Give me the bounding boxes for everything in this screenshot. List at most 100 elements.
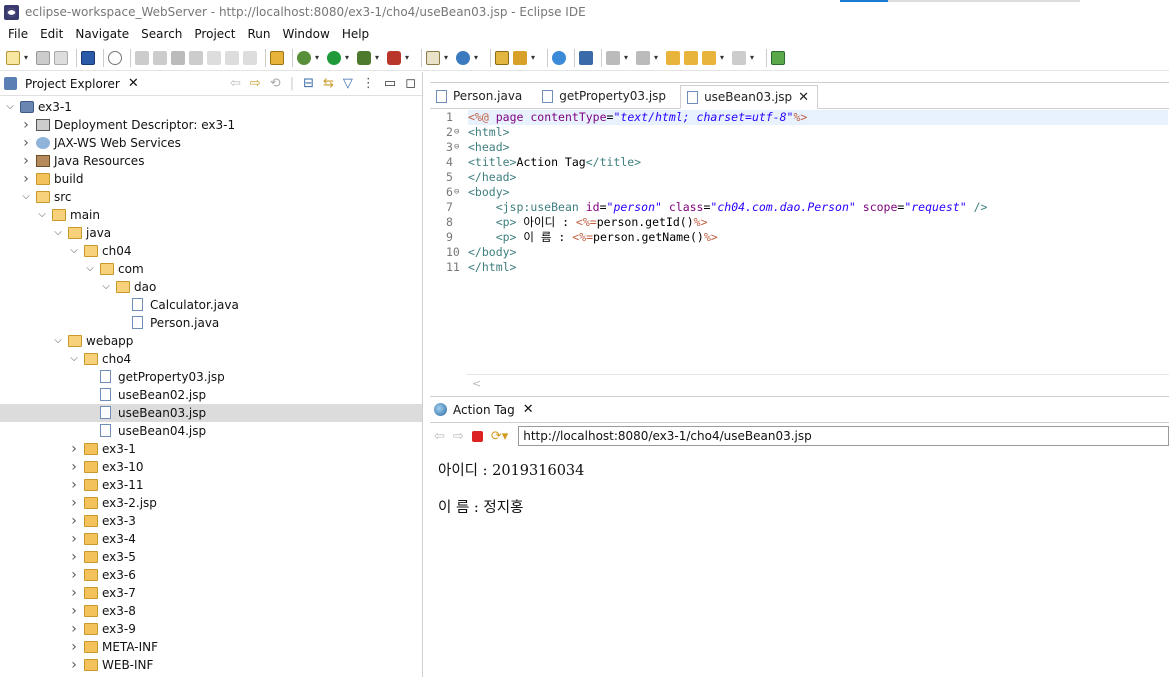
minimize-icon[interactable]: ▭ bbox=[384, 76, 396, 91]
tree-item[interactable]: › ex3-1 bbox=[0, 440, 422, 458]
chevron-right-icon[interactable]: › bbox=[69, 440, 79, 458]
step-return-icon[interactable] bbox=[243, 50, 257, 65]
tree-item[interactable]: ⌵ ex3-1 bbox=[0, 98, 422, 116]
dropdown-icon[interactable]: ▾ bbox=[24, 53, 30, 61]
dropdown-icon[interactable]: ▾ bbox=[315, 53, 321, 61]
tree-item[interactable]: getProperty03.jsp bbox=[0, 368, 422, 386]
new-icon[interactable] bbox=[6, 50, 20, 65]
dropdown-icon[interactable]: ▾ bbox=[474, 53, 480, 61]
save-all-icon[interactable] bbox=[54, 50, 68, 65]
browser-tab[interactable]: Action Tag ✕ bbox=[430, 397, 1169, 423]
dropdown-icon[interactable]: ▾ bbox=[531, 53, 537, 61]
open-type-icon[interactable] bbox=[495, 50, 509, 65]
skip-breakpoints-icon[interactable] bbox=[108, 50, 122, 65]
last-edit-location-icon[interactable] bbox=[666, 50, 680, 65]
tree-item[interactable]: › WEB-INF bbox=[0, 656, 422, 674]
up-icon[interactable]: ⟲ bbox=[270, 76, 281, 91]
tree-item[interactable]: › META-INF bbox=[0, 638, 422, 656]
chevron-down-icon[interactable]: ⌵ bbox=[69, 242, 79, 260]
menu-search[interactable]: Search bbox=[135, 27, 188, 41]
menu-navigate[interactable]: Navigate bbox=[69, 27, 135, 41]
back-icon[interactable]: ⇦ bbox=[230, 76, 241, 91]
menu-edit[interactable]: Edit bbox=[34, 27, 69, 41]
chevron-right-icon[interactable]: › bbox=[69, 458, 79, 476]
menu-project[interactable]: Project bbox=[188, 27, 241, 41]
chevron-down-icon[interactable]: ⌵ bbox=[5, 98, 15, 116]
tree-item[interactable]: useBean02.jsp bbox=[0, 386, 422, 404]
code-editor[interactable]: 1 2 ⊖ 3 ⊖ 4 5 6 ⊖ 7 8 9 10 11 <%@ page contentType="t… bbox=[430, 110, 1169, 360]
code-line[interactable]: <jsp:useBean id="person" class="ch04.com… bbox=[468, 200, 1168, 215]
terminate-icon[interactable] bbox=[171, 50, 185, 65]
dropdown-icon[interactable]: ▾ bbox=[654, 53, 660, 61]
debug-icon[interactable] bbox=[297, 50, 311, 65]
fold-icon[interactable]: ⊖ bbox=[454, 185, 459, 200]
new-class-icon[interactable] bbox=[456, 50, 470, 65]
chevron-right-icon[interactable]: › bbox=[69, 602, 79, 620]
tree-item[interactable]: useBean03.jsp bbox=[0, 404, 422, 422]
chevron-right-icon[interactable]: › bbox=[69, 620, 79, 638]
view-menu-icon[interactable]: ⋮ bbox=[362, 76, 375, 91]
tree-item[interactable]: ⌵ dao bbox=[0, 278, 422, 296]
menu-help[interactable]: Help bbox=[336, 27, 375, 41]
editor-tab[interactable]: Person.java bbox=[430, 84, 536, 108]
code-line[interactable]: </body> bbox=[468, 245, 1168, 260]
tree-item[interactable]: › ex3-6 bbox=[0, 566, 422, 584]
tree-item[interactable]: ⌵ ch04 bbox=[0, 242, 422, 260]
refresh-icon[interactable]: ⟳▾ bbox=[491, 429, 508, 444]
resume-icon[interactable] bbox=[135, 50, 149, 65]
code-line[interactable]: <p> 이 름 : <%=person.getName()%> bbox=[468, 230, 1168, 245]
open-perspective-icon[interactable] bbox=[579, 50, 593, 65]
step-over-icon[interactable] bbox=[225, 50, 239, 65]
chevron-right-icon[interactable]: › bbox=[69, 656, 79, 674]
fold-icon[interactable]: ⊖ bbox=[454, 140, 459, 155]
chevron-down-icon[interactable]: ⌵ bbox=[101, 278, 111, 296]
tree-item[interactable]: › ex3-11 bbox=[0, 476, 422, 494]
dropdown-icon[interactable]: ▾ bbox=[624, 53, 630, 61]
tree-item[interactable]: › build bbox=[0, 170, 422, 188]
chevron-right-icon[interactable]: › bbox=[21, 170, 31, 188]
dropdown-icon[interactable]: ▾ bbox=[750, 53, 756, 61]
console-icon[interactable] bbox=[81, 50, 95, 65]
tree-item[interactable]: ⌵ main bbox=[0, 206, 422, 224]
chevron-right-icon[interactable]: › bbox=[69, 566, 79, 584]
code-line[interactable]: <p> 아이디 : <%=person.getId()%> bbox=[468, 215, 1168, 230]
back-icon[interactable] bbox=[702, 50, 716, 65]
tree-item[interactable]: ⌵ cho4 bbox=[0, 350, 422, 368]
disconnect-icon[interactable] bbox=[189, 50, 203, 65]
new-java-project-icon[interactable] bbox=[426, 50, 440, 65]
chevron-right-icon[interactable]: › bbox=[69, 584, 79, 602]
tree-item[interactable]: ⌵ src bbox=[0, 188, 422, 206]
tree-item[interactable]: › ex3-9 bbox=[0, 620, 422, 638]
tree-item[interactable]: › Java Resources bbox=[0, 152, 422, 170]
tree-item[interactable]: ⌵ webapp bbox=[0, 332, 422, 350]
forward-icon[interactable]: ⇨ bbox=[250, 76, 261, 91]
chevron-right-icon[interactable]: › bbox=[69, 638, 79, 656]
code-line[interactable]: <head> bbox=[468, 140, 1168, 155]
tree-item[interactable]: ⌵ java bbox=[0, 224, 422, 242]
tree-item[interactable]: ⌵ com bbox=[0, 260, 422, 278]
dropdown-icon[interactable]: ▾ bbox=[444, 53, 450, 61]
open-browser-icon[interactable] bbox=[552, 50, 566, 65]
collapse-all-icon[interactable]: ⊟ bbox=[303, 76, 314, 91]
link-with-editor-icon[interactable]: ⇆ bbox=[323, 76, 334, 91]
chevron-down-icon[interactable]: ⌵ bbox=[53, 332, 63, 350]
next-annotation-icon[interactable] bbox=[606, 50, 620, 65]
chevron-right-icon[interactable]: › bbox=[21, 152, 31, 170]
chevron-down-icon[interactable]: ⌵ bbox=[85, 260, 95, 278]
suspend-icon[interactable] bbox=[153, 50, 167, 65]
chevron-right-icon[interactable]: › bbox=[69, 476, 79, 494]
tree-item[interactable]: › ex3-8 bbox=[0, 602, 422, 620]
chevron-down-icon[interactable]: ⌵ bbox=[21, 188, 31, 206]
chevron-right-icon[interactable]: › bbox=[69, 494, 79, 512]
close-icon[interactable]: ✕ bbox=[798, 90, 809, 105]
code-line[interactable]: <%@ page contentType="text/html; charset… bbox=[468, 110, 1168, 125]
scroll-left-icon[interactable]: < bbox=[472, 377, 481, 390]
dropdown-icon[interactable]: ▾ bbox=[405, 53, 411, 61]
search-icon[interactable] bbox=[513, 50, 527, 65]
fold-icon[interactable]: ⊖ bbox=[454, 125, 459, 140]
code-line[interactable]: <title>Action Tag</title> bbox=[468, 155, 1168, 170]
editor-tab[interactable]: useBean03.jsp ✕ bbox=[680, 85, 819, 109]
chevron-right-icon[interactable]: › bbox=[21, 134, 31, 152]
external-tools-icon[interactable] bbox=[270, 50, 284, 65]
tree-item[interactable]: › ex3-10 bbox=[0, 458, 422, 476]
